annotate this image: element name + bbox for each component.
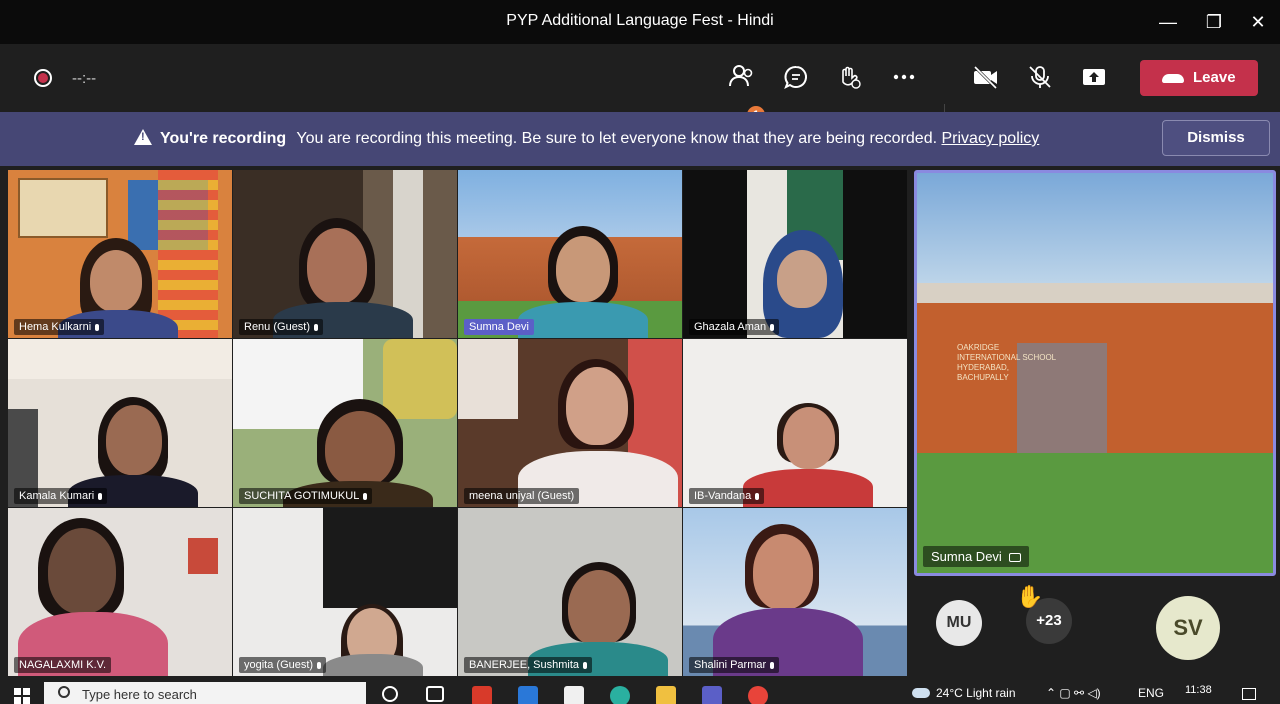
participant-name: Sumna Devi xyxy=(464,319,534,335)
taskbar: Type here to search 24°C Light rain ⌃ ▢ … xyxy=(0,680,1280,704)
windows-start-icon[interactable] xyxy=(14,688,30,704)
dismiss-button[interactable]: Dismiss xyxy=(1162,120,1270,156)
recording-banner: You're recording You are recording this … xyxy=(0,112,1280,166)
cloud-icon xyxy=(912,688,930,698)
raise-hand-icon[interactable] xyxy=(836,64,864,92)
participant-name: Kamala Kumari xyxy=(14,488,108,504)
teams-icon[interactable] xyxy=(702,686,722,704)
taskbar-search-box[interactable]: Type here to search xyxy=(44,682,366,704)
tray-icons[interactable]: ⌃ ▢ ⚯ ◁) xyxy=(1046,686,1101,700)
featured-name: Sumna Devi xyxy=(923,546,1030,567)
raised-hand-icon: ✋ xyxy=(1016,584,1044,609)
people-icon[interactable] xyxy=(728,64,756,92)
chrome-icon[interactable] xyxy=(748,686,768,704)
cortana-icon[interactable] xyxy=(382,686,398,702)
participant-tile[interactable]: SUCHITA GOTIMUKUL xyxy=(233,339,457,507)
mic-icon xyxy=(317,662,322,669)
weather-widget[interactable]: 24°C Light rain xyxy=(912,686,1016,700)
warning-icon xyxy=(134,129,152,145)
chat-icon[interactable] xyxy=(782,64,810,92)
mic-icon xyxy=(95,324,100,331)
participant-name: Hema Kulkarni xyxy=(14,319,105,335)
share-screen-icon[interactable] xyxy=(1080,64,1108,92)
participant-name: NAGALAXMI K.V. xyxy=(14,657,112,673)
participant-grid: Hema Kulkarni Renu (Guest) Sumna Devi Gh… xyxy=(8,170,908,677)
participant-tile[interactable]: yogita (Guest) xyxy=(233,508,457,676)
title-bar: PYP Additional Language Fest - Hindi — ❐… xyxy=(0,0,1280,44)
search-placeholder: Type here to search xyxy=(82,687,197,702)
camera-off-icon[interactable] xyxy=(972,64,1000,92)
participant-tile[interactable]: Shalini Parmar xyxy=(683,508,907,676)
mic-icon xyxy=(770,324,775,331)
recording-heading: You're recording xyxy=(160,130,287,147)
meeting-timer: --:-- xyxy=(72,70,97,87)
task-view-icon[interactable] xyxy=(426,686,444,702)
recording-text: You are recording this meeting. Be sure … xyxy=(296,130,938,147)
participant-name: IB-Vandana xyxy=(689,488,765,504)
file-explorer-icon[interactable] xyxy=(656,686,676,704)
clock[interactable]: 11:38 xyxy=(1185,684,1212,696)
participant-name: Renu (Guest) xyxy=(239,319,324,335)
avatar-sv[interactable]: SV xyxy=(1156,596,1220,660)
mail-icon[interactable] xyxy=(518,686,538,704)
participant-tile[interactable]: Kamala Kumari xyxy=(8,339,232,507)
participant-tile[interactable]: Ghazala Aman xyxy=(683,170,907,338)
notification-icon[interactable] xyxy=(1242,688,1256,700)
participant-name: BANERJEE, Sushmita xyxy=(464,657,593,673)
search-icon xyxy=(58,686,70,698)
language-indicator[interactable]: ENG xyxy=(1138,686,1164,700)
recording-message: You're recording You are recording this … xyxy=(134,129,1039,148)
screen-icon xyxy=(1009,553,1022,562)
participant-name: Shalini Parmar xyxy=(689,657,780,673)
participant-tile[interactable]: NAGALAXMI K.V. xyxy=(8,508,232,676)
more-icon[interactable] xyxy=(890,64,918,92)
school-sign: OAKRIDGE INTERNATIONAL SCHOOL HYDERABAD,… xyxy=(957,343,1057,382)
store-icon[interactable] xyxy=(564,686,584,704)
participant-tile[interactable]: Renu (Guest) xyxy=(233,170,457,338)
featured-video[interactable]: OAKRIDGE INTERNATIONAL SCHOOL HYDERABAD,… xyxy=(914,170,1276,576)
participant-name: Ghazala Aman xyxy=(689,319,780,335)
mic-off-icon[interactable] xyxy=(1026,64,1054,92)
participant-tile[interactable]: meena uniyal (Guest) xyxy=(458,339,682,507)
avatar-mu[interactable]: MU xyxy=(936,600,982,646)
privacy-policy-link[interactable]: Privacy policy xyxy=(942,130,1040,147)
window-title: PYP Additional Language Fest - Hindi xyxy=(506,12,774,29)
hang-up-icon xyxy=(1162,74,1184,83)
participant-tile[interactable]: IB-Vandana xyxy=(683,339,907,507)
meeting-toolbar: --:-- 1 xyxy=(0,44,1280,140)
mic-icon xyxy=(363,493,368,500)
close-button[interactable]: ✕ xyxy=(1246,10,1270,34)
recording-indicator-icon xyxy=(34,69,52,87)
mic-icon xyxy=(755,493,760,500)
mic-icon xyxy=(583,662,588,669)
mic-icon xyxy=(98,493,103,500)
leave-label: Leave xyxy=(1193,69,1236,86)
restore-button[interactable]: ❐ xyxy=(1202,10,1226,34)
participant-name: SUCHITA GOTIMUKUL xyxy=(239,488,373,504)
mic-icon xyxy=(314,324,319,331)
app-icon-red[interactable] xyxy=(472,686,492,704)
mic-icon xyxy=(770,662,775,669)
participant-tile[interactable]: Hema Kulkarni xyxy=(8,170,232,338)
participant-tile[interactable]: BANERJEE, Sushmita xyxy=(458,508,682,676)
participant-name: yogita (Guest) xyxy=(239,657,327,673)
participant-tile[interactable]: Sumna Devi xyxy=(458,170,682,338)
participant-name: meena uniyal (Guest) xyxy=(464,488,580,504)
leave-button[interactable]: Leave xyxy=(1140,60,1258,96)
edge-icon[interactable] xyxy=(610,686,630,704)
minimize-button[interactable]: — xyxy=(1156,10,1180,34)
